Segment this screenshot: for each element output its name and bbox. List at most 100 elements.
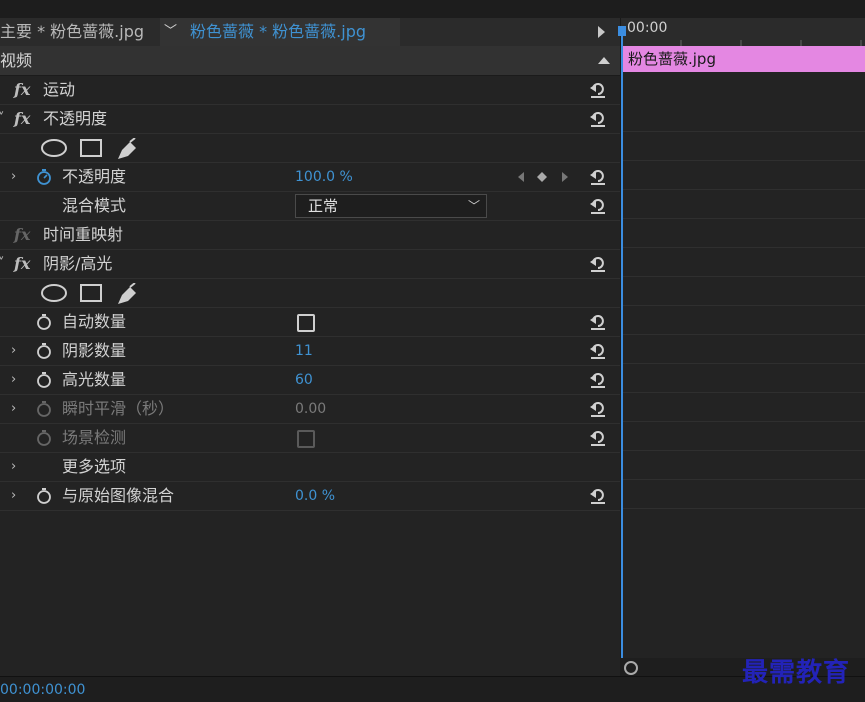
param-row-blend-original[interactable]: › 与原始图像混合 0.0 %: [0, 482, 620, 511]
tab-main-sequence[interactable]: 主要 * 粉色蔷薇.jpg: [0, 18, 158, 46]
effect-label: 不透明度: [43, 109, 108, 128]
timeline-row: [621, 480, 865, 509]
mask-tools-row: [0, 134, 620, 163]
param-row-blend-mode: 混合模式 正常 ﹀: [0, 192, 620, 221]
param-label: 自动数量: [62, 312, 127, 331]
stopwatch-icon[interactable]: [36, 488, 52, 504]
fx-icon[interactable]: fx: [14, 76, 30, 104]
fx-icon[interactable]: fx: [14, 250, 30, 278]
blend-mode-select[interactable]: 正常 ﹀: [295, 194, 487, 218]
twirl-closed-icon[interactable]: ›: [11, 163, 16, 191]
scene-detect-checkbox: [297, 430, 315, 448]
reset-icon[interactable]: [589, 81, 607, 99]
stopwatch-icon[interactable]: [36, 314, 52, 330]
tab-active-label: 粉色蔷薇 * 粉色蔷薇.jpg: [190, 22, 367, 41]
reset-icon[interactable]: [589, 255, 607, 273]
timeline-row: [621, 219, 865, 248]
fx-disabled-icon: fx: [14, 225, 31, 244]
param-row-shadow-amount[interactable]: › 阴影数量 11: [0, 337, 620, 366]
effect-label: 运动: [43, 80, 76, 99]
timeline-row: [621, 248, 865, 277]
timeline-row: [621, 161, 865, 190]
timeline-row: [621, 451, 865, 480]
param-label: 更多选项: [62, 457, 127, 476]
twirl-open-icon[interactable]: ˅: [0, 250, 5, 278]
effect-row-shadow-highlight[interactable]: ˅ fx 阴影/高光: [0, 250, 620, 279]
reset-icon[interactable]: [589, 313, 607, 331]
twirl-closed-icon[interactable]: ›: [11, 482, 16, 510]
status-bar: [0, 676, 865, 702]
video-section-header: 视频: [0, 46, 620, 76]
ellipse-mask-icon[interactable]: [40, 138, 68, 158]
effect-row-motion[interactable]: fx 运动: [0, 76, 620, 105]
clip-name: 粉色蔷薇.jpg: [628, 50, 716, 68]
rectangle-mask-icon[interactable]: [80, 138, 102, 158]
param-value: 0.00: [295, 401, 327, 417]
timeline-row: [621, 393, 865, 422]
zoom-handle[interactable]: [624, 661, 638, 675]
select-value: 正常: [308, 197, 339, 215]
ruler-time-label: 00:00: [627, 20, 668, 36]
reset-icon[interactable]: [589, 110, 607, 128]
param-value[interactable]: 60: [295, 366, 313, 394]
twirl-open-icon[interactable]: ˅: [0, 105, 5, 133]
twirl-closed-icon[interactable]: ›: [11, 337, 16, 365]
pen-mask-icon[interactable]: [116, 283, 140, 305]
reset-icon[interactable]: [589, 168, 607, 186]
collapse-up-icon[interactable]: [598, 56, 610, 65]
rectangle-mask-icon[interactable]: [80, 283, 102, 303]
play-icon[interactable]: [598, 26, 605, 38]
stopwatch-disabled-icon: [37, 401, 51, 417]
chevron-down-icon: ﹀: [467, 199, 480, 213]
timeline-row: [621, 190, 865, 219]
fx-icon[interactable]: fx: [14, 105, 30, 133]
twirl-closed-icon[interactable]: ›: [11, 366, 16, 394]
twirl-closed-icon[interactable]: ›: [11, 453, 16, 481]
chevron-down-icon[interactable]: ﹀: [164, 18, 177, 46]
current-timecode[interactable]: 00:00:00:00: [0, 682, 85, 698]
param-value[interactable]: 0.0 %: [295, 482, 335, 510]
reset-icon[interactable]: [589, 197, 607, 215]
tab-effect-controls-clip[interactable]: ﹀ 粉色蔷薇 * 粉色蔷薇.jpg: [160, 18, 400, 46]
effect-row-time-remap[interactable]: fx 时间重映射: [0, 221, 620, 250]
reset-icon[interactable]: [589, 487, 607, 505]
reset-icon[interactable]: [589, 400, 607, 418]
param-row-highlight-amount[interactable]: › 高光数量 60: [0, 366, 620, 395]
mini-timeline[interactable]: 00:00 粉色蔷薇.jpg: [620, 18, 865, 676]
clip-bar[interactable]: 粉色蔷薇.jpg: [622, 46, 865, 72]
effect-controls-panel: 视频 fx 运动 ˅ fx 不透明度 › 不透明度 100.0 % 混合模式 正…: [0, 46, 620, 676]
auto-amount-checkbox[interactable]: [297, 314, 315, 332]
stopwatch-icon[interactable]: [36, 372, 52, 388]
time-ruler[interactable]: 00:00: [621, 18, 865, 46]
reset-icon[interactable]: [589, 371, 607, 389]
playhead-line[interactable]: [621, 26, 623, 660]
stopwatch-active-icon[interactable]: [36, 169, 52, 185]
stopwatch-icon[interactable]: [36, 343, 52, 359]
timeline-row: [621, 364, 865, 393]
top-strip: [0, 0, 865, 18]
effect-row-opacity[interactable]: ˅ fx 不透明度: [0, 105, 620, 134]
keyframe-navigator[interactable]: [516, 163, 572, 191]
param-row-scene-detect: 场景检测: [0, 424, 620, 453]
mask-tools-row: [0, 279, 620, 308]
param-label: 与原始图像混合: [62, 486, 175, 505]
ellipse-mask-icon[interactable]: [40, 283, 68, 303]
section-title: 视频: [0, 51, 33, 70]
param-label: 瞬时平滑（秒）: [62, 399, 175, 418]
effect-label: 时间重映射: [43, 225, 124, 244]
timeline-row: [621, 132, 865, 161]
reset-icon[interactable]: [589, 429, 607, 447]
twirl-closed-icon[interactable]: ›: [11, 395, 16, 423]
pen-mask-icon[interactable]: [116, 138, 140, 160]
param-row-opacity[interactable]: › 不透明度 100.0 %: [0, 163, 620, 192]
param-row-temporal-smoothing[interactable]: › 瞬时平滑（秒） 0.00: [0, 395, 620, 424]
timeline-row: [621, 103, 865, 132]
stopwatch-disabled-icon: [37, 430, 51, 446]
param-row-more-options[interactable]: › 更多选项: [0, 453, 620, 482]
param-value[interactable]: 100.0 %: [295, 163, 353, 191]
param-label: 阴影数量: [62, 341, 127, 360]
param-row-auto-amount: 自动数量: [0, 308, 620, 337]
reset-icon[interactable]: [589, 342, 607, 360]
param-value[interactable]: 11: [295, 337, 313, 365]
watermark-text: 最需教育: [742, 658, 851, 688]
